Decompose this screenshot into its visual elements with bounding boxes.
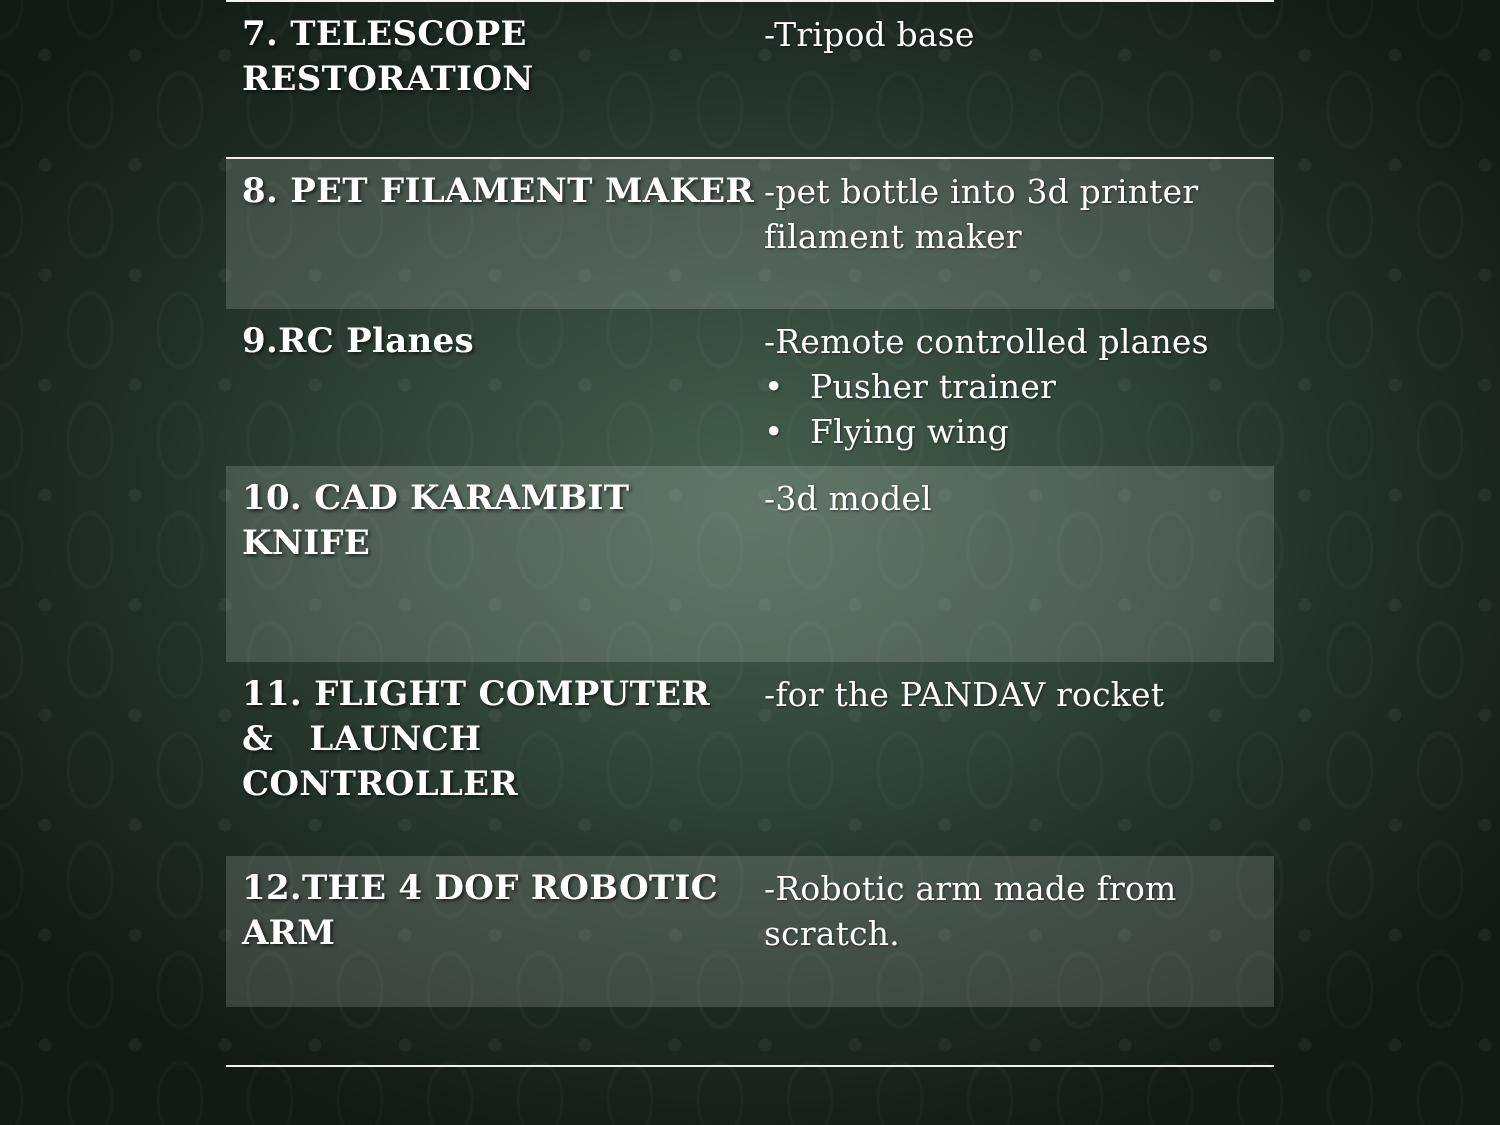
project-title: 10. CAD KARAMBIT KNIFE <box>242 476 752 566</box>
table-bottom-rule <box>226 1065 1274 1067</box>
title-line: 10. CAD KARAMBIT <box>242 478 630 518</box>
title-line: 12.THE 4 DOF ROBOTIC <box>242 868 719 908</box>
title-line: ARM <box>242 913 336 953</box>
title-line: 8. PET FILAMENT MAKER <box>242 171 755 211</box>
bullet-item: • Flying wing <box>764 409 1264 454</box>
title-line: RESTORATION <box>242 59 534 99</box>
project-description: -Remote controlled planes • Pusher traine… <box>764 319 1264 454</box>
title-line: & LAUNCH <box>242 719 482 759</box>
title-line: 7. TELESCOPE <box>242 14 527 54</box>
project-title: 8. PET FILAMENT MAKER <box>242 169 755 214</box>
title-line: KNIFE <box>242 523 371 563</box>
project-title: 11. FLIGHT COMPUTER & LAUNCH CONTROLLER <box>242 672 752 807</box>
project-title: 12.THE 4 DOF ROBOTIC ARM <box>242 866 752 956</box>
table-row: 9.RC Planes -Remote controlled planes • P… <box>226 309 1274 466</box>
description-line: -for the PANDAV rocket <box>764 675 1165 714</box>
bullet-text: Pusher trainer <box>810 367 1057 406</box>
project-description: -for the PANDAV rocket <box>764 672 1264 717</box>
bullet-item: • Pusher trainer <box>764 364 1264 409</box>
table-row: 8. PET FILAMENT MAKER -pet bottle into 3… <box>226 159 1274 309</box>
title-line: 9.RC Planes <box>242 321 474 361</box>
description-line: -Robotic arm made from <box>764 869 1177 908</box>
description-line: scratch. <box>764 914 900 953</box>
project-description: -3d model <box>764 476 1264 521</box>
description-line: -3d model <box>764 479 932 518</box>
bullet-text: Flying wing <box>810 412 1009 451</box>
table-row: 7. TELESCOPE RESTORATION -Tripod base <box>226 2 1274 157</box>
table-row: 10. CAD KARAMBIT KNIFE -3d model <box>226 466 1274 662</box>
description-line: -Tripod base <box>764 15 975 54</box>
project-description: -pet bottle into 3d printer filament mak… <box>764 169 1264 259</box>
title-line: 11. FLIGHT COMPUTER <box>242 674 710 714</box>
table-row: 12.THE 4 DOF ROBOTIC ARM -Robotic arm ma… <box>226 856 1274 1007</box>
project-description: -Tripod base <box>764 12 1264 57</box>
bullet-icon: • <box>764 367 784 406</box>
description-line: -pet bottle into 3d printer <box>764 172 1199 211</box>
description-line: -Remote controlled planes <box>764 322 1209 361</box>
project-description: -Robotic arm made from scratch. <box>764 866 1264 956</box>
bullet-icon: • <box>764 412 784 451</box>
description-line: filament maker <box>764 217 1022 256</box>
table-row: 11. FLIGHT COMPUTER & LAUNCH CONTROLLER … <box>226 662 1274 856</box>
project-title: 7. TELESCOPE RESTORATION <box>242 12 752 102</box>
title-line: CONTROLLER <box>242 764 518 804</box>
project-title: 9.RC Planes <box>242 319 752 364</box>
